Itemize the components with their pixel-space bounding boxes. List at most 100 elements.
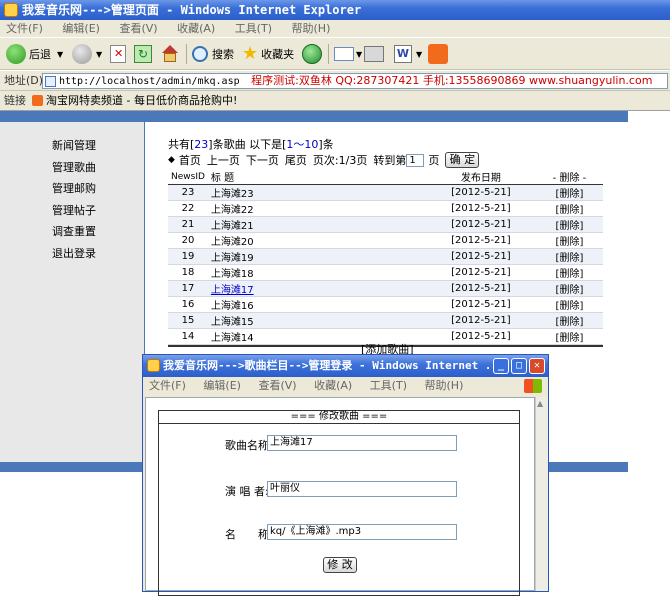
file-input[interactable]: kq/《上海滩》.mp3 xyxy=(267,524,457,540)
search-label: 搜索 xyxy=(212,48,234,61)
row-delete-link[interactable]: [删除] xyxy=(536,185,603,201)
popup-menu-favorites[interactable]: 收藏(A) xyxy=(314,379,352,392)
col-header-id: NewsID xyxy=(171,171,205,182)
minimize-icon[interactable]: _ xyxy=(493,358,509,374)
row-id: 20 xyxy=(181,235,195,246)
sidebar: 新闻管理 管理歌曲 管理邮购 管理帖子 调查重置 退出登录 xyxy=(0,122,144,462)
search-button[interactable]: 搜索 xyxy=(192,43,234,65)
row-title[interactable]: 上海滩15 xyxy=(208,313,426,329)
row-delete-link[interactable]: [删除] xyxy=(536,265,603,281)
row-delete-link[interactable]: [删除] xyxy=(536,313,603,329)
pager-prev[interactable]: 上一页 xyxy=(207,152,240,168)
row-date: [2012-5-21] xyxy=(451,203,511,214)
song-name-input[interactable]: 上海滩17 xyxy=(267,435,457,451)
row-title[interactable]: 上海滩17 xyxy=(208,281,426,297)
pager-next[interactable]: 下一页 xyxy=(246,152,279,168)
popup-menu-tools[interactable]: 工具(T) xyxy=(370,379,407,392)
popup-menu-edit[interactable]: 编辑(E) xyxy=(203,379,241,392)
pager-first[interactable]: 首页 xyxy=(179,152,201,168)
sidebar-item-mailorder[interactable]: 管理邮购 xyxy=(52,180,96,196)
edit-song-popup: 我爱音乐网--->歌曲栏目-->管理登录 - Windows Internet … xyxy=(142,354,549,596)
table-row: 15 上海滩15 [2012-5-21] [删除] xyxy=(168,312,603,329)
row-date: [2012-5-21] xyxy=(451,315,511,326)
row-delete-link[interactable]: [删除] xyxy=(536,249,603,265)
back-label: 后退 xyxy=(29,48,51,61)
singer-input[interactable]: 叶丽仪 xyxy=(267,481,457,497)
menu-edit[interactable]: 编辑(E) xyxy=(62,22,100,35)
sidebar-item-posts[interactable]: 管理帖子 xyxy=(52,202,96,218)
song-name-label: 歌曲名称: xyxy=(225,439,273,452)
history-button[interactable] xyxy=(302,43,322,65)
scroll-up-icon[interactable]: ▲ xyxy=(537,399,543,408)
edit-button[interactable]: W ▼ xyxy=(394,43,422,65)
print-button[interactable] xyxy=(364,43,384,65)
sidebar-item-news[interactable]: 新闻管理 xyxy=(52,137,96,153)
submit-button[interactable]: 修 改 xyxy=(323,557,357,573)
page-input[interactable]: 1 xyxy=(406,153,425,167)
row-delete-link[interactable]: [删除] xyxy=(536,281,603,297)
menu-view[interactable]: 查看(V) xyxy=(119,22,157,35)
menu-favorites[interactable]: 收藏(A) xyxy=(177,22,215,35)
home-button[interactable] xyxy=(160,43,180,65)
menu-file[interactable]: 文件(F) xyxy=(6,22,43,35)
taobao-icon xyxy=(428,44,448,64)
menu-help[interactable]: 帮助(H) xyxy=(292,22,331,35)
stop-button[interactable]: ✕ xyxy=(110,43,126,65)
row-title[interactable]: 上海滩16 xyxy=(208,297,426,313)
popup-scrollbar[interactable]: ▲ xyxy=(535,397,548,591)
refresh-button[interactable]: ↻ xyxy=(134,43,152,65)
sidebar-item-logout[interactable]: 退出登录 xyxy=(52,245,96,261)
address-bar: 地址(D) http://localhost/admin/mkq.asp 程序测… xyxy=(0,71,670,91)
links-item[interactable]: 淘宝网特卖频道 - 每日低价商品抢购中! xyxy=(46,91,237,111)
sidebar-item-survey-reset[interactable]: 调查重置 xyxy=(52,223,96,239)
diamond-icon: ◆ xyxy=(168,155,175,165)
refresh-icon: ↻ xyxy=(134,45,152,63)
row-delete-link[interactable]: [删除] xyxy=(536,297,603,313)
sidebar-item-songs[interactable]: 管理歌曲 xyxy=(52,159,96,175)
row-title[interactable]: 上海滩19 xyxy=(208,249,426,265)
table-header-row: NewsID 标 题 发布日期 - 删除 - xyxy=(168,169,603,185)
forward-arrow-icon xyxy=(72,44,92,64)
popup-menu-view[interactable]: 查看(V) xyxy=(258,379,296,392)
row-title[interactable]: 上海滩23 xyxy=(208,185,426,201)
back-arrow-icon xyxy=(6,44,26,64)
chevron-down-icon: ▼ xyxy=(416,49,423,59)
popup-title: 我爱音乐网--->歌曲栏目-->管理登录 - Windows Internet … xyxy=(163,359,505,372)
maximize-icon[interactable]: □ xyxy=(511,358,527,374)
address-input[interactable]: http://localhost/admin/mkq.asp 程序测试:双鱼林 … xyxy=(42,73,668,89)
col-header-delete: - 删除 - xyxy=(552,173,587,184)
favorites-button[interactable]: ★ 收藏夹 xyxy=(242,43,294,65)
table-row: 16 上海滩16 [2012-5-21] [删除] xyxy=(168,296,603,313)
mail-button[interactable]: ▼ xyxy=(334,43,362,65)
menu-tools[interactable]: 工具(T) xyxy=(235,22,272,35)
row-id: 19 xyxy=(181,251,195,262)
table-row: 23 上海滩23 [2012-5-21] [删除] xyxy=(168,184,603,201)
row-delete-link[interactable]: [删除] xyxy=(536,201,603,217)
row-date: [2012-5-21] xyxy=(451,219,511,230)
row-title[interactable]: 上海滩18 xyxy=(208,265,426,281)
row-delete-link[interactable]: [删除] xyxy=(536,217,603,233)
table-row: 22 上海滩22 [2012-5-21] [删除] xyxy=(168,200,603,217)
history-icon xyxy=(302,44,322,64)
row-title[interactable]: 上海滩22 xyxy=(208,201,426,217)
toolbar: 后退 ▼ ▼ ✕ ↻ 搜索 ★ 收藏夹 ▼ W ▼ xyxy=(0,38,670,70)
favorites-label: 收藏夹 xyxy=(261,48,295,61)
forward-button[interactable]: ▼ xyxy=(72,43,102,65)
row-delete-link[interactable]: [删除] xyxy=(536,233,603,249)
address-url: http://localhost/admin/mkq.asp xyxy=(59,76,240,87)
back-button[interactable]: 后退 ▼ xyxy=(6,43,63,65)
close-icon[interactable]: ✕ xyxy=(529,358,545,374)
popup-menu-file[interactable]: 文件(F) xyxy=(149,379,186,392)
word-icon: W xyxy=(394,45,412,63)
row-title[interactable]: 上海滩21 xyxy=(208,217,426,233)
popup-menu-help[interactable]: 帮助(H) xyxy=(425,379,464,392)
table-row: 19 上海滩19 [2012-5-21] [删除] xyxy=(168,248,603,265)
printer-icon xyxy=(364,46,384,62)
row-id: 21 xyxy=(181,219,195,230)
row-title[interactable]: 上海滩20 xyxy=(208,233,426,249)
row-date: [2012-5-21] xyxy=(451,235,511,246)
pager-last[interactable]: 尾页 xyxy=(285,152,307,168)
taobao-button[interactable] xyxy=(428,43,448,65)
row-delete-link[interactable]: [删除] xyxy=(536,329,603,345)
confirm-button[interactable]: 确 定 xyxy=(445,152,480,168)
